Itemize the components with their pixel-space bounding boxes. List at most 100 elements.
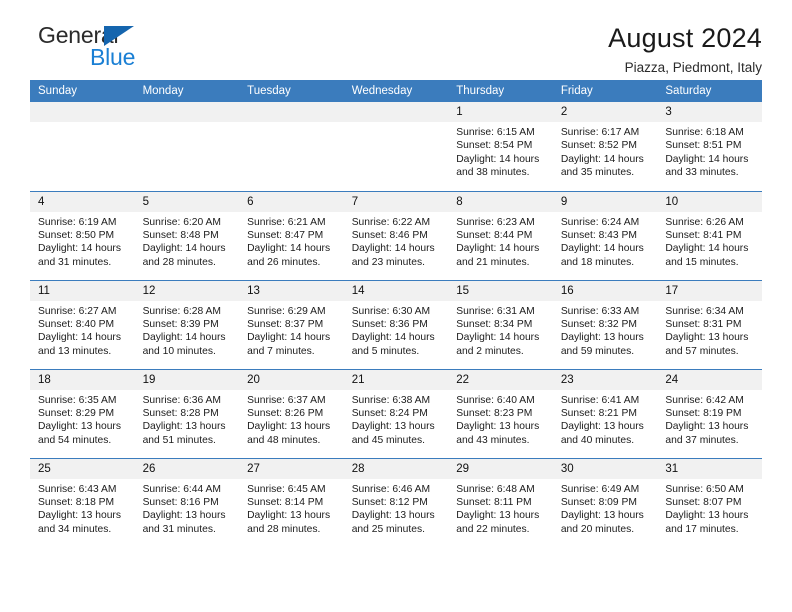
day-number: 13	[239, 280, 344, 301]
day-number: 22	[448, 369, 553, 390]
calendar-day-cell[interactable]: 29 Sunrise: 6:48 AM Sunset: 8:11 PM Dayligh…	[448, 457, 553, 547]
day-number: 17	[657, 280, 762, 301]
calendar-day-cell-empty	[30, 102, 135, 191]
day-sun-info: Sunrise: 6:20 AM Sunset: 8:48 PM Daylight:…	[135, 212, 240, 270]
calendar-day-cell[interactable]: 17 Sunrise: 6:34 AM Sunset: 8:31 PM Dayligh…	[657, 279, 762, 369]
calendar-day-cell-empty	[134, 102, 240, 191]
day-sunset-line: Sunset: 8:12 PM	[351, 496, 428, 508]
calendar-day-cell[interactable]: 16 Sunrise: 6:33 AM Sunset: 8:32 PM Dayligh…	[552, 279, 658, 369]
day-sunrise-line: Sunrise: 6:27 AM	[38, 305, 117, 317]
day-sunset-line: Sunset: 8:34 PM	[456, 318, 533, 330]
calendar-day-cell[interactable]: 19 Sunrise: 6:36 AM Sunset: 8:28 PM Dayligh…	[134, 368, 240, 458]
page-title: August 2024	[608, 23, 762, 53]
calendar-day-cell[interactable]: 23 Sunrise: 6:41 AM Sunset: 8:21 PM Dayligh…	[552, 368, 658, 458]
day-sunrise-line: Sunrise: 6:21 AM	[247, 216, 326, 228]
day-daylight-line: Daylight: 13 hours	[560, 421, 644, 433]
day-daylight-line: Daylight: 14 hours	[665, 153, 749, 165]
day-number: 28	[343, 458, 449, 479]
day-daylight-line: and 59 minutes.	[560, 345, 635, 357]
day-sunset-line: Sunset: 8:46 PM	[351, 229, 428, 241]
day-sunset-line: Sunset: 8:41 PM	[665, 229, 742, 241]
day-sunrise-line: Sunrise: 6:49 AM	[560, 483, 640, 495]
calendar-day-cell[interactable]: 13 Sunrise: 6:29 AM Sunset: 8:37 PM Dayligh…	[239, 279, 344, 369]
day-daylight-line: Daylight: 14 hours	[351, 332, 435, 344]
day-number	[343, 102, 449, 122]
calendar-day-cell[interactable]: 5 Sunrise: 6:20 AM Sunset: 8:48 PM Daylight…	[134, 190, 240, 280]
day-daylight-line: Daylight: 13 hours	[560, 510, 644, 522]
calendar-body: 1 Sunrise: 6:15 AM Sunset: 8:54 PM Daylight…	[30, 102, 762, 547]
day-sun-info: Sunrise: 6:44 AM Sunset: 8:16 PM Daylight:…	[135, 479, 240, 537]
day-daylight-line: Daylight: 13 hours	[560, 332, 644, 344]
calendar-day-cell[interactable]: 15 Sunrise: 6:31 AM Sunset: 8:34 PM Dayligh…	[448, 279, 553, 369]
calendar-day-cell-empty	[343, 102, 449, 191]
day-sunset-line: Sunset: 8:54 PM	[456, 140, 533, 152]
day-sunrise-line: Sunrise: 6:34 AM	[665, 305, 744, 317]
day-sun-info: Sunrise: 6:41 AM Sunset: 8:21 PM Daylight:…	[553, 390, 658, 448]
calendar-day-cell[interactable]: 26 Sunrise: 6:44 AM Sunset: 8:16 PM Dayligh…	[134, 457, 240, 547]
day-daylight-line: and 21 minutes.	[456, 256, 530, 268]
calendar-day-cell[interactable]: 25 Sunrise: 6:43 AM Sunset: 8:18 PM Dayligh…	[30, 457, 135, 547]
calendar-day-cell[interactable]: 1 Sunrise: 6:15 AM Sunset: 8:54 PM Daylight…	[448, 102, 553, 191]
day-daylight-line: and 20 minutes.	[560, 523, 635, 535]
day-daylight-line: Daylight: 14 hours	[247, 332, 331, 344]
day-sunset-line: Sunset: 8:39 PM	[142, 318, 219, 330]
day-sunrise-line: Sunrise: 6:30 AM	[351, 305, 431, 317]
day-number: 25	[30, 458, 135, 479]
day-sunset-line: Sunset: 8:36 PM	[351, 318, 428, 330]
calendar-day-cell[interactable]: 31 Sunrise: 6:50 AM Sunset: 8:07 PM Dayligh…	[657, 457, 762, 547]
day-sun-info: Sunrise: 6:48 AM Sunset: 8:11 PM Daylight:…	[448, 479, 553, 537]
day-daylight-line: and 13 minutes.	[38, 345, 112, 357]
day-sun-info: Sunrise: 6:19 AM Sunset: 8:50 PM Daylight:…	[30, 212, 135, 270]
day-daylight-line: Daylight: 14 hours	[560, 243, 644, 255]
calendar-day-cell[interactable]: 7 Sunrise: 6:22 AM Sunset: 8:46 PM Daylight…	[343, 190, 449, 280]
calendar-day-cell[interactable]: 20 Sunrise: 6:37 AM Sunset: 8:26 PM Dayligh…	[239, 368, 344, 458]
day-daylight-line: and 57 minutes.	[665, 345, 739, 357]
day-number: 29	[448, 458, 553, 479]
day-daylight-line: Daylight: 14 hours	[560, 153, 644, 165]
calendar-day-cell[interactable]: 6 Sunrise: 6:21 AM Sunset: 8:47 PM Daylight…	[239, 190, 344, 280]
calendar-day-cell[interactable]: 4 Sunrise: 6:19 AM Sunset: 8:50 PM Daylight…	[30, 190, 135, 280]
calendar-day-cell[interactable]: 9 Sunrise: 6:24 AM Sunset: 8:43 PM Daylight…	[552, 190, 658, 280]
day-sun-info: Sunrise: 6:31 AM Sunset: 8:34 PM Daylight:…	[448, 301, 553, 359]
day-number: 24	[657, 369, 762, 390]
calendar-day-cell[interactable]: 3 Sunrise: 6:18 AM Sunset: 8:51 PM Daylight…	[657, 102, 762, 191]
day-daylight-line: and 37 minutes.	[665, 434, 739, 446]
calendar-day-cell[interactable]: 2 Sunrise: 6:17 AM Sunset: 8:52 PM Daylight…	[552, 102, 658, 191]
day-sun-info: Sunrise: 6:30 AM Sunset: 8:36 PM Daylight:…	[344, 301, 449, 359]
day-sunset-line: Sunset: 8:31 PM	[665, 318, 742, 330]
day-sun-info: Sunrise: 6:35 AM Sunset: 8:29 PM Daylight:…	[30, 390, 135, 448]
calendar-day-cell[interactable]: 18 Sunrise: 6:35 AM Sunset: 8:29 PM Dayligh…	[30, 368, 135, 458]
day-sunset-line: Sunset: 8:18 PM	[38, 496, 115, 508]
day-sun-info: Sunrise: 6:49 AM Sunset: 8:09 PM Daylight:…	[553, 479, 658, 537]
calendar-day-cell[interactable]: 12 Sunrise: 6:28 AM Sunset: 8:39 PM Dayligh…	[134, 279, 240, 369]
calendar-day-cell[interactable]: 10 Sunrise: 6:26 AM Sunset: 8:41 PM Dayligh…	[657, 190, 762, 280]
day-daylight-line: Daylight: 13 hours	[665, 421, 749, 433]
day-daylight-line: Daylight: 13 hours	[351, 421, 435, 433]
day-number: 14	[343, 280, 449, 301]
day-sunrise-line: Sunrise: 6:43 AM	[38, 483, 117, 495]
calendar-week-row: 4 Sunrise: 6:19 AM Sunset: 8:50 PM Daylight…	[30, 190, 762, 280]
calendar-day-cell[interactable]: 22 Sunrise: 6:40 AM Sunset: 8:23 PM Dayligh…	[448, 368, 553, 458]
weekday-header-friday: Friday	[552, 80, 658, 102]
day-sunrise-line: Sunrise: 6:37 AM	[247, 394, 326, 406]
day-daylight-line: and 54 minutes.	[38, 434, 112, 446]
day-sunrise-line: Sunrise: 6:42 AM	[665, 394, 744, 406]
calendar-day-cell[interactable]: 21 Sunrise: 6:38 AM Sunset: 8:24 PM Dayligh…	[343, 368, 449, 458]
day-number	[30, 102, 135, 122]
day-sunrise-line: Sunrise: 6:17 AM	[560, 127, 640, 138]
calendar-week-row: 1 Sunrise: 6:15 AM Sunset: 8:54 PM Daylight…	[30, 102, 762, 191]
day-sun-info: Sunrise: 6:37 AM Sunset: 8:26 PM Daylight:…	[239, 390, 344, 448]
calendar-day-cell[interactable]: 30 Sunrise: 6:49 AM Sunset: 8:09 PM Dayligh…	[552, 457, 658, 547]
general-blue-logo[interactable]: General Blue	[30, 22, 150, 74]
calendar-day-cell[interactable]: 24 Sunrise: 6:42 AM Sunset: 8:19 PM Dayligh…	[657, 368, 762, 458]
day-number: 5	[134, 191, 240, 212]
calendar-day-cell[interactable]: 8 Sunrise: 6:23 AM Sunset: 8:44 PM Daylight…	[448, 190, 553, 280]
calendar-day-cell[interactable]: 14 Sunrise: 6:30 AM Sunset: 8:36 PM Dayligh…	[343, 279, 449, 369]
day-daylight-line: and 31 minutes.	[142, 523, 216, 535]
day-sunrise-line: Sunrise: 6:45 AM	[247, 483, 326, 495]
calendar-day-cell[interactable]: 11 Sunrise: 6:27 AM Sunset: 8:40 PM Dayligh…	[30, 279, 135, 369]
day-sun-info: Sunrise: 6:40 AM Sunset: 8:23 PM Daylight:…	[448, 390, 553, 448]
calendar-day-cell[interactable]: 27 Sunrise: 6:45 AM Sunset: 8:14 PM Dayligh…	[239, 457, 344, 547]
day-daylight-line: and 18 minutes.	[560, 256, 635, 268]
calendar-day-cell[interactable]: 28 Sunrise: 6:46 AM Sunset: 8:12 PM Dayligh…	[343, 457, 449, 547]
